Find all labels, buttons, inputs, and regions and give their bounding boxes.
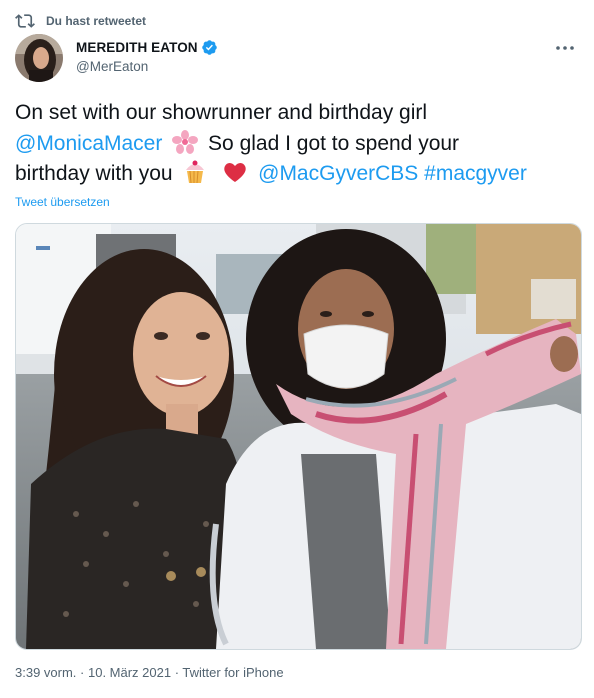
mention-link[interactable]: @MonicaMacer [15,132,162,155]
more-options-button[interactable] [550,36,580,60]
meta-separator: · [76,665,88,680]
tweet-text-part3: birthday with you [15,162,173,185]
red-heart-icon [224,163,246,182]
cherry-blossom-icon [172,129,199,154]
tweet-text-line1: On set with our showrunner and birthday … [15,101,428,124]
author-display-name[interactable]: MEREDITH EATON [76,40,198,55]
mention-link-2[interactable]: @MacGyverCBS [258,162,418,185]
tweet-text-part2: So glad I got to spend your [208,131,460,155]
author-info: MEREDITH EATON @MerEaton [76,39,218,74]
cupcake-icon [186,160,205,184]
photo-image [16,224,581,649]
tweet-date[interactable]: 10. März 2021 [88,665,171,680]
tweet-meta: 3:39 vorm. · 10. März 2021 · Twitter for… [15,665,284,680]
tweet-header: MEREDITH EATON @MerEaton [15,34,580,84]
translate-tweet-link[interactable]: Tweet übersetzen [15,195,110,209]
hashtag-link[interactable]: #macgyver [424,162,527,185]
verified-badge-icon [201,40,217,55]
more-icon [556,46,574,50]
author-handle[interactable]: @MerEaton [76,59,218,74]
retweet-label: Du hast retweetet [46,14,147,28]
tweet-time[interactable]: 3:39 vorm. [15,665,76,680]
meta-separator: · [171,665,183,680]
tweet-photo[interactable] [15,223,582,650]
retweet-icon [15,14,35,28]
tweet-source[interactable]: Twitter for iPhone [182,665,283,680]
tweet-text: On set with our showrunner and birthday … [15,98,585,190]
avatar[interactable] [15,34,63,82]
retweet-indicator: Du hast retweetet [14,10,146,32]
avatar-image [15,34,63,82]
